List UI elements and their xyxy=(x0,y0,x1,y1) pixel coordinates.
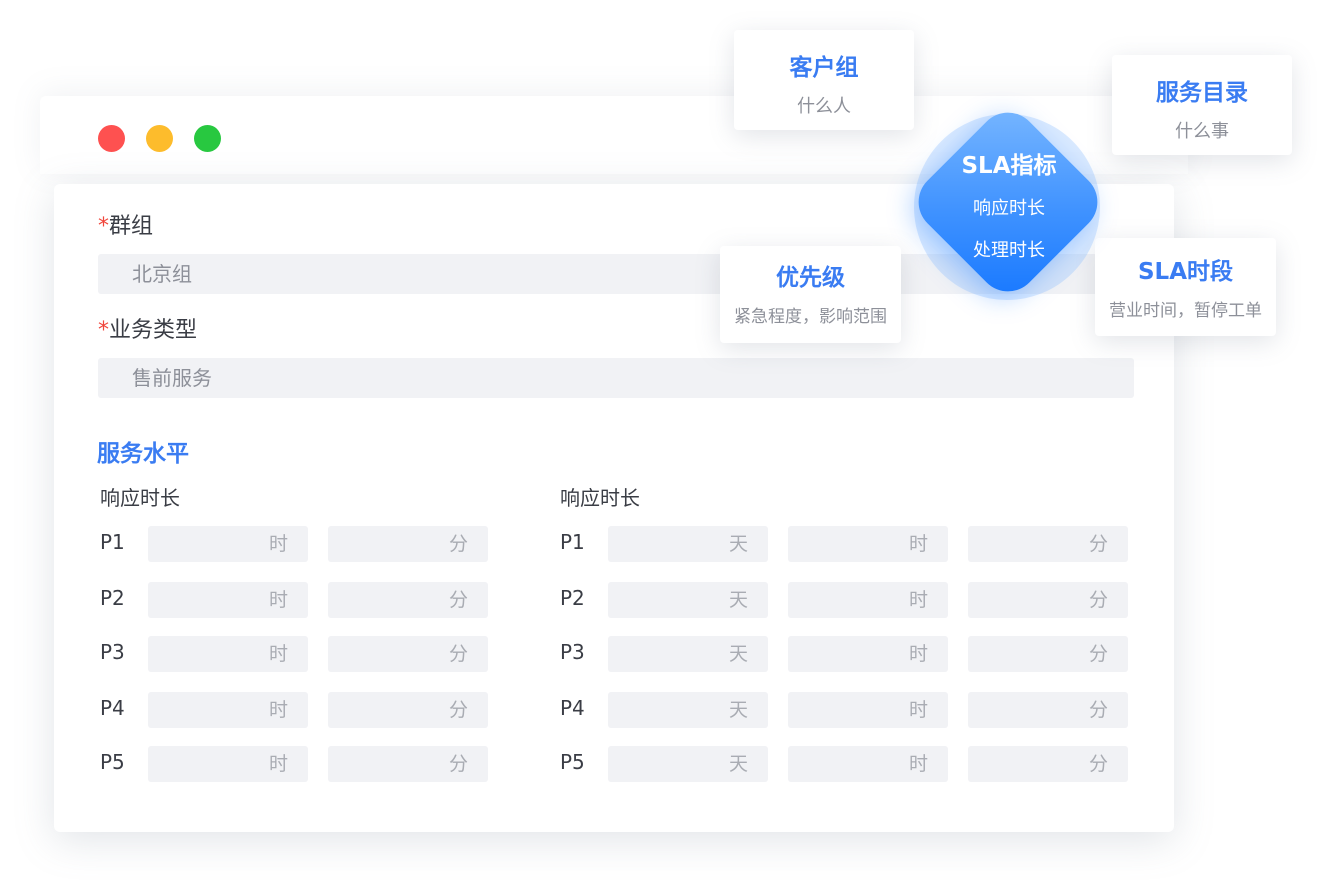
duration-input[interactable]: 时 xyxy=(788,526,948,562)
close-window-button[interactable] xyxy=(98,125,125,152)
card-subtitle: 营业时间，暂停工单 xyxy=(1109,301,1262,321)
maximize-window-button[interactable] xyxy=(194,125,221,152)
duration-input[interactable]: 分 xyxy=(968,636,1128,672)
sla-metric-line2: 处理时长 xyxy=(973,240,1045,261)
priority-label-left: P3 xyxy=(100,640,125,664)
priority-label-right: P3 xyxy=(560,640,585,664)
business-type-label: *业务类型 xyxy=(98,312,197,344)
priority-label-left: P2 xyxy=(100,586,125,610)
required-mark: * xyxy=(98,214,109,239)
duration-input[interactable]: 分 xyxy=(328,746,488,782)
duration-input[interactable]: 分 xyxy=(968,746,1128,782)
duration-input[interactable]: 天 xyxy=(608,636,768,672)
card-subtitle: 什么人 xyxy=(797,96,851,117)
card-subtitle: 什么事 xyxy=(1175,121,1229,142)
sla-metric-line1: 响应时长 xyxy=(973,198,1045,219)
minimize-window-button[interactable] xyxy=(146,125,173,152)
duration-input[interactable]: 时 xyxy=(148,636,308,672)
duration-input[interactable]: 天 xyxy=(608,692,768,728)
duration-input[interactable]: 天 xyxy=(608,526,768,562)
duration-input[interactable]: 时 xyxy=(148,582,308,618)
business-type-input[interactable]: 售前服务 xyxy=(98,358,1134,398)
duration-input[interactable]: 分 xyxy=(968,582,1128,618)
duration-input[interactable]: 时 xyxy=(148,526,308,562)
card-title: SLA时段 xyxy=(1137,259,1234,285)
service-level-title: 服务水平 xyxy=(97,441,189,467)
duration-input[interactable]: 天 xyxy=(608,582,768,618)
sla-period-card: SLA时段 营业时间，暂停工单 xyxy=(1095,238,1276,336)
priority-label-right: P5 xyxy=(560,750,585,774)
priority-label-left: P5 xyxy=(100,750,125,774)
duration-input[interactable]: 时 xyxy=(788,746,948,782)
priority-label-left: P1 xyxy=(100,530,125,554)
duration-input[interactable]: 分 xyxy=(968,692,1128,728)
service-catalog-card: 服务目录 什么事 xyxy=(1112,55,1292,155)
duration-input[interactable]: 分 xyxy=(328,692,488,728)
card-title: 优先级 xyxy=(776,265,845,291)
duration-input[interactable]: 时 xyxy=(788,582,948,618)
card-title: 服务目录 xyxy=(1156,80,1248,106)
group-label: *群组 xyxy=(98,208,153,240)
duration-input[interactable]: 时 xyxy=(148,746,308,782)
card-title: 客户组 xyxy=(789,55,859,81)
duration-input[interactable]: 分 xyxy=(328,526,488,562)
duration-input[interactable]: 分 xyxy=(968,526,1128,562)
required-mark: * xyxy=(98,318,109,343)
priority-label-left: P4 xyxy=(100,696,125,720)
left-column-header: 响应时长 xyxy=(100,486,180,510)
group-label-text: 群组 xyxy=(109,214,154,239)
priority-label-right: P4 xyxy=(560,696,585,720)
stage: *群组 北京组 *业务类型 售前服务 服务水平 响应时长 响应时长 P1 时分 P1… xyxy=(0,0,1342,894)
card-subtitle: 紧急程度，影响范围 xyxy=(734,307,887,327)
duration-input[interactable]: 时 xyxy=(788,636,948,672)
duration-input[interactable]: 时 xyxy=(788,692,948,728)
customer-group-card: 客户组 什么人 xyxy=(734,30,914,130)
duration-input[interactable]: 时 xyxy=(148,692,308,728)
business-type-label-text: 业务类型 xyxy=(109,318,198,343)
sla-metric-text: SLA指标 响应时长 处理时长 xyxy=(909,146,1109,262)
duration-input[interactable]: 天 xyxy=(608,746,768,782)
duration-input[interactable]: 分 xyxy=(328,636,488,672)
duration-input[interactable]: 分 xyxy=(328,582,488,618)
right-column-header: 响应时长 xyxy=(560,486,640,510)
priority-label-right: P2 xyxy=(560,586,585,610)
sla-metric-title: SLA指标 xyxy=(961,153,1057,179)
priority-card: 优先级 紧急程度，影响范围 xyxy=(720,246,901,343)
priority-label-right: P1 xyxy=(560,530,585,554)
